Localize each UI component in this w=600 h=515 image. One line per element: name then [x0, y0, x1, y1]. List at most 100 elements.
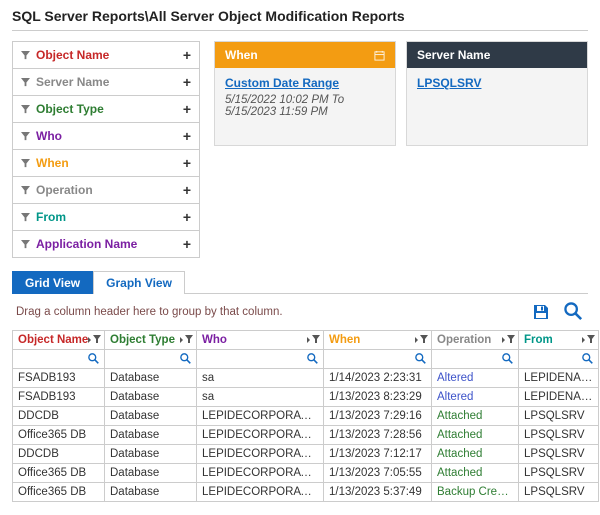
- sort-filter-icon[interactable]: [180, 335, 193, 345]
- filter-label: Server Name: [36, 75, 109, 89]
- filter-item-who[interactable]: Who+: [13, 123, 199, 150]
- column-search-cell[interactable]: [519, 350, 599, 369]
- funnel-icon: [21, 213, 30, 222]
- cell-operation: Attached: [432, 426, 519, 445]
- sort-filter-icon[interactable]: [307, 335, 320, 345]
- cell-object-name: FSADB193: [13, 388, 105, 407]
- when-card: When Custom Date Range 5/15/2022 10:02 P…: [214, 41, 396, 146]
- page-title: SQL Server Reports\All Server Object Mod…: [12, 8, 588, 31]
- cell-who: LEPIDECORPORATE\a...: [197, 483, 324, 502]
- filter-item-when[interactable]: When+: [13, 150, 199, 177]
- server-name-link[interactable]: LPSQLSRV: [417, 76, 481, 90]
- cell-when: 1/13/2023 7:05:55: [324, 464, 432, 483]
- filter-label: From: [36, 210, 66, 224]
- column-search-icon[interactable]: [180, 353, 192, 365]
- cell-object-type: Database: [105, 407, 197, 426]
- cell-operation: Backup Created: [432, 483, 519, 502]
- funnel-icon: [21, 105, 30, 114]
- table-row[interactable]: FSADB193Databasesa1/14/2023 2:23:31Alter…: [13, 369, 599, 388]
- filter-item-operation[interactable]: Operation +: [13, 177, 199, 204]
- cell-object-type: Database: [105, 369, 197, 388]
- plus-icon: +: [183, 47, 191, 63]
- funnel-icon: [21, 159, 30, 168]
- cell-when: 1/13/2023 7:28:56: [324, 426, 432, 445]
- calendar-icon: [374, 50, 385, 61]
- date-range-line2: 5/15/2023 11:59 PM: [225, 106, 328, 118]
- filter-item-object-name[interactable]: Object Name +: [13, 42, 199, 69]
- sort-filter-icon[interactable]: [582, 335, 595, 345]
- cell-from: LPSQLSRV: [519, 464, 599, 483]
- cell-from: LPSQLSRV: [519, 426, 599, 445]
- cell-who: sa: [197, 369, 324, 388]
- cell-who: LEPIDECORPORATE\a...: [197, 407, 324, 426]
- cell-object-name: DDCDB: [13, 445, 105, 464]
- sort-filter-icon[interactable]: [88, 335, 101, 345]
- cell-who: LEPIDECORPORATE\a...: [197, 426, 324, 445]
- cell-operation: Attached: [432, 445, 519, 464]
- server-name-card: Server Name LPSQLSRV: [406, 41, 588, 146]
- table-row[interactable]: DDCDBDatabaseLEPIDECORPORATE\a...1/13/20…: [13, 407, 599, 426]
- column-search-icon[interactable]: [415, 353, 427, 365]
- table-row[interactable]: Office365 DBDatabaseLEPIDECORPORATE\a...…: [13, 426, 599, 445]
- cell-operation: Attached: [432, 407, 519, 426]
- filter-label: Operation: [36, 183, 93, 197]
- table-row[interactable]: Office365 DBDatabaseLEPIDECORPORATE\a...…: [13, 464, 599, 483]
- column-header-object-name[interactable]: Object Name: [13, 331, 105, 350]
- filter-item-object-type[interactable]: Object Type+: [13, 96, 199, 123]
- cell-who: sa: [197, 388, 324, 407]
- filter-item-application-name[interactable]: Application Name+: [13, 231, 199, 257]
- cell-operation: Altered: [432, 369, 519, 388]
- tab-graph-view[interactable]: Graph View: [93, 271, 185, 294]
- column-header-object-type[interactable]: Object Type: [105, 331, 197, 350]
- column-header-from[interactable]: From: [519, 331, 599, 350]
- filter-item-server-name[interactable]: Server Name+: [13, 69, 199, 96]
- funnel-icon: [21, 132, 30, 141]
- column-search-cell[interactable]: [432, 350, 519, 369]
- group-by-hint[interactable]: Drag a column header here to group by th…: [16, 306, 283, 318]
- save-icon[interactable]: [532, 303, 550, 321]
- column-header-when[interactable]: When: [324, 331, 432, 350]
- tab-grid-view[interactable]: Grid View: [12, 271, 93, 294]
- column-search-icon[interactable]: [88, 353, 100, 365]
- filter-item-from[interactable]: From+: [13, 204, 199, 231]
- cell-object-name: Office365 DB: [13, 483, 105, 502]
- cell-from: LEPIDENAS01: [519, 369, 599, 388]
- when-card-header: When: [215, 42, 395, 68]
- cell-when: 1/13/2023 8:23:29: [324, 388, 432, 407]
- column-search-icon[interactable]: [582, 353, 594, 365]
- cell-from: LPSQLSRV: [519, 407, 599, 426]
- column-search-icon[interactable]: [502, 353, 514, 365]
- table-row[interactable]: FSADB193Databasesa1/13/2023 8:23:29Alter…: [13, 388, 599, 407]
- column-search-cell[interactable]: [105, 350, 197, 369]
- table-row[interactable]: DDCDBDatabaseLEPIDECORPORATE\a...1/13/20…: [13, 445, 599, 464]
- plus-icon: +: [183, 182, 191, 198]
- column-search-cell[interactable]: [197, 350, 324, 369]
- filter-label: Object Name: [36, 48, 109, 62]
- cell-object-name: DDCDB: [13, 407, 105, 426]
- column-header-operation[interactable]: Operation: [432, 331, 519, 350]
- server-card-header: Server Name: [407, 42, 587, 68]
- plus-icon: +: [183, 128, 191, 144]
- funnel-icon: [21, 240, 30, 249]
- filter-label: Application Name: [36, 237, 137, 251]
- plus-icon: +: [183, 155, 191, 171]
- column-search-icon[interactable]: [307, 353, 319, 365]
- cell-when: 1/14/2023 2:23:31: [324, 369, 432, 388]
- cell-when: 1/13/2023 5:37:49: [324, 483, 432, 502]
- sort-filter-icon[interactable]: [415, 335, 428, 345]
- funnel-icon: [21, 78, 30, 87]
- cell-when: 1/13/2023 7:29:16: [324, 407, 432, 426]
- cell-object-name: Office365 DB: [13, 464, 105, 483]
- table-row[interactable]: Office365 DBDatabaseLEPIDECORPORATE\a...…: [13, 483, 599, 502]
- sort-filter-icon[interactable]: [502, 335, 515, 345]
- cell-object-type: Database: [105, 445, 197, 464]
- cell-object-name: Office365 DB: [13, 426, 105, 445]
- column-search-cell[interactable]: [13, 350, 105, 369]
- column-search-cell[interactable]: [324, 350, 432, 369]
- custom-date-range-link[interactable]: Custom Date Range: [225, 76, 339, 90]
- cell-when: 1/13/2023 7:12:17: [324, 445, 432, 464]
- search-icon[interactable]: [564, 302, 584, 322]
- column-header-who[interactable]: Who: [197, 331, 324, 350]
- cell-object-type: Database: [105, 483, 197, 502]
- funnel-icon: [21, 186, 30, 195]
